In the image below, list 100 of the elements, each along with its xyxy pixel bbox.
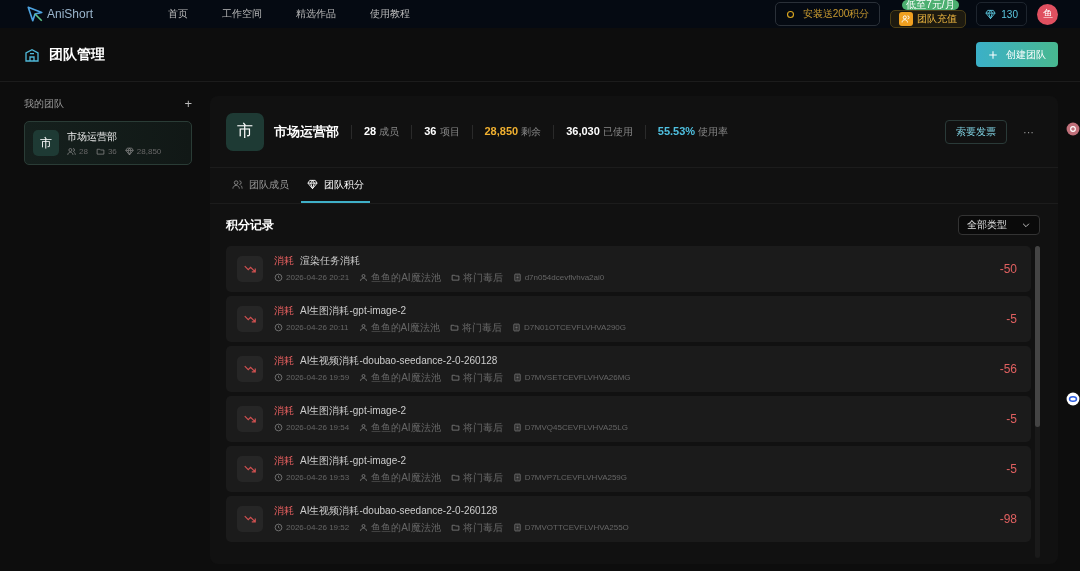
add-team-button[interactable]: + [184, 96, 192, 111]
sidebar-title: 我的团队 [24, 96, 64, 111]
team-card[interactable]: 市 市场运营部 28 36 28,850 [24, 121, 192, 165]
team-stat: 36 [107, 147, 117, 156]
stat-label: 已使用 [602, 124, 633, 139]
orbit-icon [1066, 392, 1080, 406]
folder-icon [450, 373, 460, 382]
stat-label: 项目 [439, 124, 460, 139]
record-user: 鱼鱼的AI魔法池 [371, 270, 441, 285]
record-project: 将门毒后 [462, 320, 503, 335]
logo-text: AniShort [47, 7, 94, 21]
record-amount: -5 [1006, 462, 1017, 476]
stat-value: 55.53% [657, 124, 696, 137]
record-type: 消耗 [274, 453, 294, 468]
promo-button[interactable]: 安装送200积分 [774, 2, 881, 26]
record-description: AI生图消耗-gpt-image-2 [300, 403, 407, 418]
record-user: 鱼鱼的AI魔法池 [371, 520, 441, 535]
document-icon [512, 373, 522, 382]
nav-link[interactable]: 首页 [168, 7, 188, 21]
record-id: D7MVOTTCEVFLVHVA255O [524, 523, 629, 532]
record-amount: -5 [1006, 312, 1017, 326]
record-type: 消耗 [274, 353, 294, 368]
recharge-button[interactable]: 团队充值 [890, 10, 967, 28]
document-icon [512, 323, 522, 332]
user-icon [358, 323, 368, 332]
record-id: D7MVSETCEVFLVHVA26MG [524, 373, 631, 382]
nav-link[interactable]: 工作空间 [222, 7, 262, 21]
record-type: 消耗 [274, 303, 294, 318]
user-icon [359, 523, 369, 532]
gem-icon [985, 8, 997, 20]
record-time: 2026-04-26 19:53 [286, 473, 350, 482]
record-project: 将门毒后 [462, 470, 503, 485]
record-time: 2026-04-26 20:11 [286, 323, 349, 332]
stat-value: 36 [424, 124, 437, 137]
page-title: 团队管理 [49, 45, 105, 64]
record-time: 2026-04-26 19:52 [286, 523, 350, 532]
chevron-down-icon [1021, 220, 1031, 230]
users-icon [232, 179, 243, 190]
document-icon [512, 473, 522, 482]
folder-icon [450, 523, 460, 532]
coin-icon [785, 9, 795, 19]
record-amount: -5 [1006, 412, 1017, 426]
record-time: 2026-04-26 20:21 [286, 273, 350, 282]
user-avatar[interactable]: 鱼 [1037, 3, 1058, 25]
record-time: 2026-04-26 19:54 [286, 423, 350, 432]
price-badge: 低至7元/月 [902, 0, 959, 10]
clock-icon [274, 373, 283, 382]
team-name: 市场运营部 [274, 122, 339, 141]
stat-label: 剩余 [521, 124, 542, 139]
user-icon [359, 473, 369, 482]
user-icon [359, 373, 369, 382]
record-project: 将门毒后 [462, 520, 503, 535]
folder-icon [450, 273, 460, 282]
record-amount: -98 [999, 512, 1017, 526]
stat-value: 28 [364, 124, 377, 137]
nav-link[interactable]: 精选作品 [296, 7, 336, 21]
record-type: 消耗 [274, 503, 294, 518]
stat-label: 成员 [379, 124, 400, 139]
record-type: 消耗 [274, 403, 294, 418]
record-id: D7MVP7LCEVFLVHVA259G [524, 473, 628, 482]
document-icon [512, 273, 522, 282]
clock-icon [274, 523, 283, 532]
record-user: 鱼鱼的AI魔法池 [371, 420, 441, 435]
credits-button[interactable]: 130 [976, 2, 1027, 26]
type-filter-dropdown[interactable]: 全部类型 [958, 215, 1040, 235]
gem-icon [124, 147, 134, 156]
members-icon [67, 147, 76, 156]
record-description: AI生视频消耗-doubao-seedance-2-0-260128 [300, 503, 498, 518]
stat-value: 28,850 [484, 124, 519, 137]
record-type: 消耗 [274, 253, 294, 268]
team-stat: 28,850 [136, 147, 162, 156]
record-project: 将门毒后 [462, 420, 503, 435]
record-description: AI生图消耗-gpt-image-2 [300, 453, 407, 468]
clock-icon [274, 323, 283, 332]
record-id: d7n054dcevflvhva2ai0 [524, 273, 605, 282]
record-description: AI生图消耗-gpt-image-2 [300, 303, 407, 318]
more-button[interactable]: ··· [1017, 124, 1040, 139]
stat-value: 36,030 [566, 124, 600, 137]
clock-icon [274, 273, 283, 282]
team-stat: 28 [79, 147, 88, 156]
folder-icon [450, 323, 460, 332]
user-icon [359, 273, 369, 282]
invoice-button[interactable]: 索要发票 [945, 119, 1007, 144]
record-user: 鱼鱼的AI魔法池 [370, 320, 441, 335]
clock-icon [274, 473, 283, 482]
record-description: 渲染任务消耗 [300, 253, 360, 268]
document-icon [512, 523, 522, 532]
plus-icon [988, 49, 998, 60]
record-amount: -50 [999, 262, 1017, 276]
team-avatar: 市 [33, 130, 59, 156]
tab[interactable]: 团队成员 [226, 168, 295, 203]
record-amount: -56 [999, 362, 1017, 376]
gem-icon [307, 179, 318, 190]
section-title: 积分记录 [226, 216, 274, 234]
tab[interactable]: 团队积分 [301, 168, 370, 203]
building-icon [24, 46, 40, 63]
record-user: 鱼鱼的AI魔法池 [371, 470, 441, 485]
folder-icon [450, 473, 460, 482]
nav-link[interactable]: 使用教程 [370, 7, 410, 21]
team-name: 市场运营部 [67, 130, 118, 144]
